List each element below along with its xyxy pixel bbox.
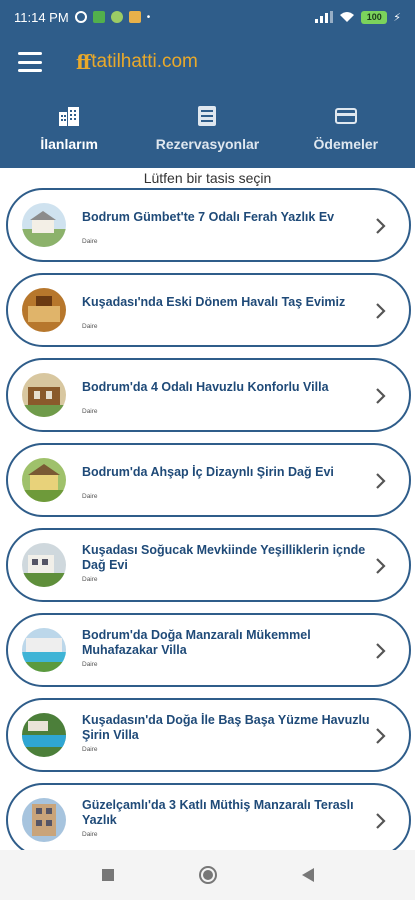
listing-card[interactable]: Güzelçamlı'da 3 Katlı Müthiş Manzaralı T… <box>6 783 411 850</box>
status-bar: 11:14 PM • 100 ⚡ <box>0 0 415 34</box>
listing-type: Daire <box>82 576 98 583</box>
tab-bar: İlanlarım Rezervasyonlar Ödemeler <box>0 98 415 168</box>
logo: ff tatilhatti.com <box>76 48 198 76</box>
hamburger-menu-icon[interactable] <box>18 52 42 72</box>
alarm-icon <box>74 11 87 23</box>
status-left: 11:14 PM • <box>14 10 150 25</box>
listing-title: Bodrum'da Ahşap İç Dizaynlı Şirin Dağ Ev… <box>82 465 334 479</box>
listing-thumbnail <box>22 628 66 672</box>
listing-title: Kuşadası'nda Eski Dönem Havalı Taş Evimi… <box>82 295 346 309</box>
app-header: ff tatilhatti.com İlanlarım Rezervasyonl… <box>0 34 415 168</box>
listing-thumbnail <box>22 458 66 502</box>
tab-label: Ödemeler <box>313 136 379 152</box>
square-icon <box>101 869 114 881</box>
chevron-right-icon <box>376 218 386 234</box>
listing-title: Güzelçamlı'da 3 Katlı Müthiş Manzaralı T… <box>82 798 354 827</box>
back-button[interactable] <box>298 865 318 885</box>
listing-type: Daire <box>82 323 98 330</box>
listing-thumbnail <box>22 203 66 247</box>
listing-card[interactable]: Bodrum'da 4 Odalı Havuzlu Konforlu Villa… <box>6 358 411 432</box>
select-facility-hint: Lütfen bir tasis seçin <box>143 170 272 186</box>
listing-thumbnail <box>22 288 66 332</box>
logo-mark-icon: ff <box>76 50 91 74</box>
status-right: 100 ⚡ <box>315 10 401 24</box>
listing-title: Kuşadası Soğucak Mevkiinde Yeşilliklerin… <box>82 543 366 572</box>
recent-apps-button[interactable] <box>98 865 118 885</box>
listing-title: Bodrum Gümbet'te 7 Odalı Ferah Yazlık Ev <box>82 210 335 224</box>
listing-card[interactable]: Bodrum Gümbet'te 7 Odalı Ferah Yazlık Ev… <box>6 188 411 262</box>
list-icon <box>198 106 217 126</box>
listing-type: Daire <box>82 746 98 753</box>
battery-icon: 100 <box>361 10 388 24</box>
home-circle-icon <box>198 866 217 884</box>
credit-card-icon <box>334 108 357 124</box>
listing-type: Daire <box>82 831 98 838</box>
chevron-right-icon <box>376 643 386 659</box>
tab-rezervasyonlar[interactable]: Rezervasyonlar <box>138 98 276 168</box>
listing-card[interactable]: Kuşadası Soğucak Mevkiinde Yeşilliklerin… <box>6 528 411 602</box>
chevron-right-icon <box>376 303 386 319</box>
chevron-right-icon <box>376 728 386 744</box>
listing-card[interactable]: Bodrum'da Ahşap İç Dizaynlı Şirin Dağ Ev… <box>6 443 411 517</box>
listing-type: Daire <box>82 408 98 415</box>
chevron-right-icon <box>376 813 386 829</box>
tab-label: Rezervasyonlar <box>155 136 260 152</box>
wifi-icon <box>340 12 355 22</box>
tab-ilanlarim[interactable]: İlanlarım <box>0 98 138 168</box>
app-notification-icon <box>92 11 105 23</box>
signal-icon <box>315 11 334 23</box>
listing-thumbnail <box>22 713 66 757</box>
listing-thumbnail <box>22 543 66 587</box>
tab-label: İlanlarım <box>40 136 98 152</box>
listing-title: Bodrum'da Doğa Manzaralı Mükemmel Muhafa… <box>82 628 311 657</box>
app-notification-icon <box>110 11 123 23</box>
chevron-right-icon <box>376 558 386 574</box>
buildings-icon <box>59 107 80 126</box>
back-triangle-icon <box>301 868 314 882</box>
listing-type: Daire <box>82 493 98 500</box>
system-navigation-bar <box>0 850 415 900</box>
listing-card[interactable]: Kuşadasın'da Doğa İle Baş Başa Yüzme Hav… <box>6 698 411 772</box>
home-button[interactable] <box>198 865 218 885</box>
listing-thumbnail <box>22 798 66 842</box>
chevron-right-icon <box>376 388 386 404</box>
more-notifications-icon: • <box>146 11 151 23</box>
chevron-right-icon <box>376 473 386 489</box>
listing-list: Bodrum Gümbet'te 7 Odalı Ferah Yazlık Ev… <box>0 186 415 850</box>
app-notification-icon <box>128 11 141 23</box>
logo-text: tatilhatti.com <box>91 51 198 72</box>
listing-type: Daire <box>82 238 98 245</box>
listing-title: Kuşadasın'da Doğa İle Baş Başa Yüzme Hav… <box>82 713 370 742</box>
charging-icon: ⚡ <box>393 11 401 24</box>
listing-type: Daire <box>82 661 98 668</box>
listing-card[interactable]: Bodrum'da Doğa Manzaralı Mükemmel Muhafa… <box>6 613 411 687</box>
listing-title: Bodrum'da 4 Odalı Havuzlu Konforlu Villa <box>82 380 329 394</box>
listing-card[interactable]: Kuşadası'nda Eski Dönem Havalı Taş Evimi… <box>6 273 411 347</box>
tab-odemeler[interactable]: Ödemeler <box>277 98 415 168</box>
status-time: 11:14 PM <box>14 9 69 25</box>
listing-thumbnail <box>22 373 66 417</box>
